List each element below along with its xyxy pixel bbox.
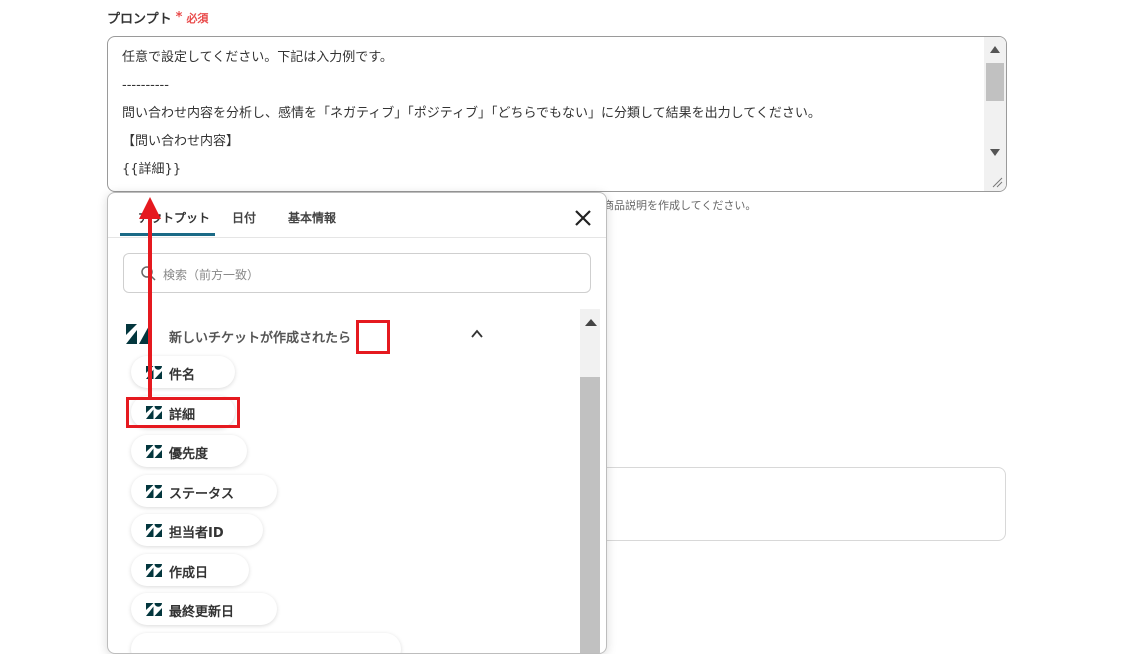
- prompt-textarea[interactable]: 任意で設定してください。下記は入力例です。 ---------- 問い合わせ内容…: [107, 36, 1007, 192]
- chip-label: 優先度: [169, 447, 209, 462]
- prompt-content: 任意で設定してください。下記は入力例です。 ---------- 問い合わせ内容…: [122, 49, 821, 189]
- prompt-line: 問い合わせ内容を分析し、感情を「ネガティブ」「ポジティブ」「どちらでもない」に分…: [122, 106, 821, 121]
- output-chip-assignee-id[interactable]: 担当者ID: [131, 514, 263, 546]
- zendesk-logo-icon: [146, 445, 162, 458]
- chip-label: 最終更新日: [169, 605, 235, 620]
- prompt-scrollbar[interactable]: [984, 37, 1006, 191]
- prompt-line: {{詳細}}: [122, 162, 182, 177]
- search-placeholder: 検索（前方一致）: [163, 268, 260, 282]
- prompt-field-label-row: プロンプト * 必須: [107, 8, 208, 27]
- prompt-field-label: プロンプト: [107, 12, 172, 27]
- annotation-arrow-line: [148, 208, 152, 398]
- required-asterisk: *: [175, 10, 183, 25]
- tab-date[interactable]: 日付: [232, 209, 256, 226]
- scroll-up-icon[interactable]: [990, 46, 1000, 53]
- output-chip-status[interactable]: ステータス: [131, 475, 277, 507]
- search-input[interactable]: 検索（前方一致）: [123, 253, 591, 293]
- chip-label: 担当者ID: [169, 526, 224, 541]
- output-chip-last-updated[interactable]: 最終更新日: [131, 593, 277, 625]
- group-title: 新しいチケットが作成されたら: [169, 331, 352, 346]
- background-field: [600, 467, 1006, 541]
- resize-handle-icon[interactable]: [991, 176, 1003, 188]
- scroll-thumb[interactable]: [580, 377, 600, 653]
- chip-label: ステータス: [169, 487, 235, 502]
- zendesk-logo-icon: [126, 324, 150, 344]
- list-scrollbar[interactable]: [580, 309, 600, 653]
- zendesk-logo-icon: [146, 603, 162, 616]
- output-chip-priority[interactable]: 優先度: [131, 435, 247, 467]
- prompt-hint-text: 商品説明を作成してください。: [603, 199, 757, 212]
- chevron-up-icon[interactable]: [470, 327, 484, 341]
- prompt-line: 【問い合わせ内容】: [122, 134, 240, 149]
- active-tab-indicator: [120, 233, 215, 236]
- scroll-down-icon[interactable]: [990, 149, 1000, 156]
- zendesk-logo-icon: [146, 485, 162, 498]
- popup-tabs: アウトプット 日付 基本情報: [108, 193, 606, 238]
- close-icon[interactable]: [573, 208, 593, 228]
- zendesk-logo-icon: [146, 564, 162, 577]
- output-chip-subject[interactable]: 件名: [131, 356, 235, 388]
- output-chip-created-date[interactable]: 作成日: [131, 554, 249, 586]
- highlight-detail-chip: [126, 397, 240, 428]
- scroll-up-icon[interactable]: [585, 319, 597, 326]
- tab-basic-info[interactable]: 基本情報: [288, 209, 336, 226]
- chip-label: 件名: [169, 368, 196, 383]
- required-text: 必須: [186, 11, 209, 25]
- prompt-line: 任意で設定してください。下記は入力例です。: [122, 50, 393, 65]
- annotation-arrow-head-icon: [139, 197, 161, 219]
- chip-label: 作成日: [169, 566, 209, 581]
- scroll-thumb[interactable]: [986, 63, 1004, 101]
- prompt-line: ----------: [122, 78, 169, 93]
- zendesk-logo-icon: [146, 524, 162, 537]
- output-chip-partial[interactable]: [131, 633, 401, 653]
- highlight-collapse-button: [356, 320, 390, 354]
